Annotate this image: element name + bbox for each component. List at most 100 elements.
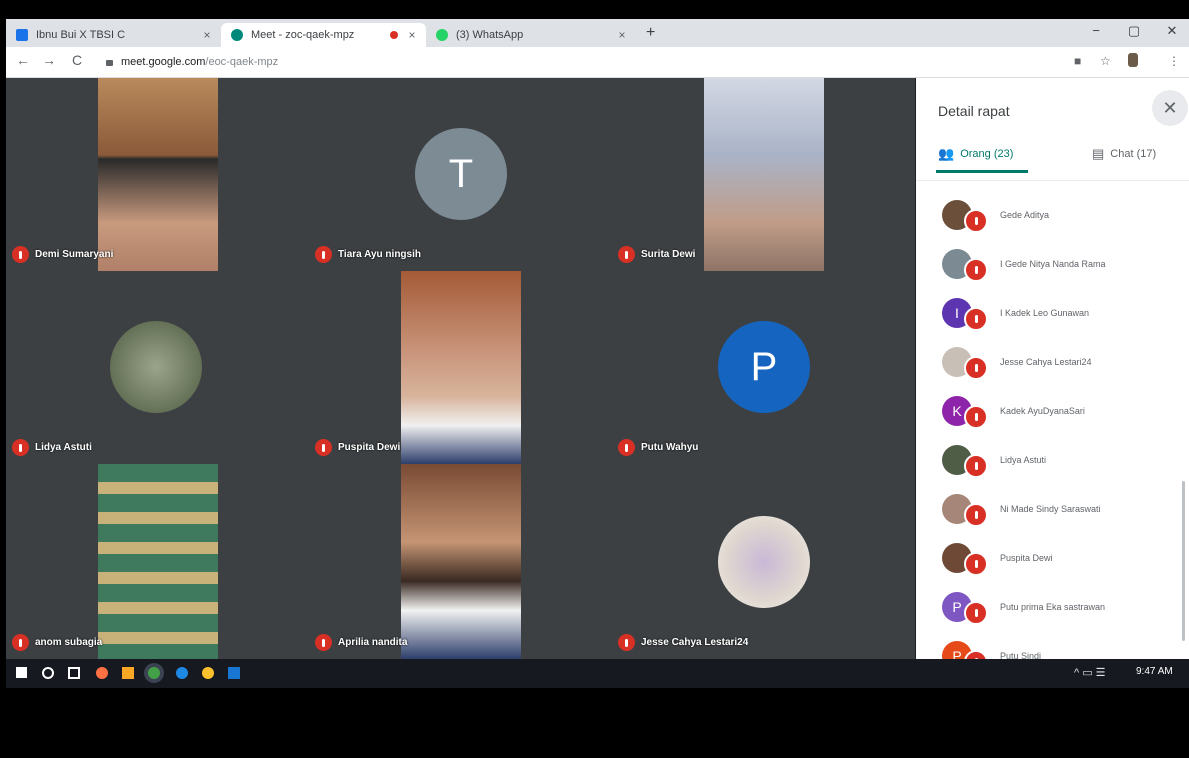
participant-name: Lidya Astuti xyxy=(35,442,92,453)
list-item[interactable]: Ni Made Sindy Saraswati xyxy=(942,489,1101,529)
mic-off-icon xyxy=(315,634,332,651)
participant-list: Gede Aditya I Gede Nitya Nanda Rama I I … xyxy=(916,180,1189,660)
maximize-button[interactable]: ▢ xyxy=(1124,23,1144,39)
minimize-button[interactable]: − xyxy=(1086,23,1106,38)
system-tray[interactable]: ^ ▭ ☰ xyxy=(1074,666,1106,679)
participant-tile[interactable]: Demi Sumaryani xyxy=(6,78,309,271)
participant-name: anom subagia xyxy=(35,637,103,648)
meet-video-grid: Demi Sumaryani T Tiara Ayu ningsih Surit… xyxy=(6,78,916,659)
participant-name-tag: Surita Dewi xyxy=(618,246,695,263)
participant-name-tag: Lidya Astuti xyxy=(12,439,92,456)
participant-name-tag: Aprilia nandita xyxy=(315,634,407,651)
list-item[interactable]: I I Kadek Leo Gunawan xyxy=(942,293,1089,333)
close-icon[interactable]: × xyxy=(199,28,215,42)
participant-tile[interactable]: Puspita Dewi xyxy=(309,271,612,464)
mic-off-icon xyxy=(964,503,988,527)
new-tab-button[interactable]: + xyxy=(646,24,655,42)
close-icon[interactable]: × xyxy=(404,28,420,42)
list-item[interactable]: K Kadek AyuDyanaSari xyxy=(942,391,1085,431)
participant-tile[interactable]: Surita Dewi xyxy=(612,78,915,271)
participant-name: Gede Aditya xyxy=(1000,210,1050,220)
participant-tile[interactable]: Lidya Astuti xyxy=(6,271,309,464)
mic-off-icon xyxy=(964,356,988,380)
mic-off-icon xyxy=(964,307,988,331)
forward-button[interactable]: → xyxy=(40,52,58,68)
tab-title: (3) WhatsApp xyxy=(456,29,524,41)
tab-meet[interactable]: Meet - zoc-qaek-mpz × xyxy=(221,23,426,47)
video-feed xyxy=(401,464,521,659)
video-feed xyxy=(704,78,824,271)
panel-title: Detail rapat xyxy=(938,103,1010,119)
firefox-icon[interactable] xyxy=(96,667,108,679)
file-explorer-icon[interactable] xyxy=(122,667,134,679)
tab-group-chat[interactable]: Ibnu Bui X TBSI C × xyxy=(6,23,221,47)
list-item[interactable]: P Putu Sindi xyxy=(942,636,1041,660)
back-button[interactable]: ← xyxy=(14,52,32,68)
tab-people-label: Orang (23) xyxy=(960,148,1014,160)
list-item[interactable]: Puspita Dewi xyxy=(942,538,1053,578)
mic-off-icon xyxy=(964,209,988,233)
people-icon: 👥 xyxy=(938,146,955,161)
meeting-details-panel: Detail rapat ✕ 👥 Orang (23) ▤ Chat (17) … xyxy=(916,78,1189,660)
participant-name: I Kadek Leo Gunawan xyxy=(1000,308,1090,318)
address-bar[interactable]: meet.google.com /eoc-qaek-mpz xyxy=(106,51,1056,73)
list-item[interactable]: I Gede Nitya Nanda Rama xyxy=(942,244,1106,284)
avatar xyxy=(718,516,810,608)
reload-button[interactable]: C xyxy=(68,52,86,68)
mic-off-icon xyxy=(964,552,988,576)
participant-tile[interactable]: Jesse Cahya Lestari24 xyxy=(612,464,915,659)
video-feed xyxy=(401,271,521,464)
participant-name: I Gede Nitya Nanda Rama xyxy=(1000,259,1106,269)
camera-indicator-icon[interactable]: ■ xyxy=(1074,54,1081,68)
participant-name-tag: Demi Sumaryani xyxy=(12,246,113,263)
scrollbar[interactable] xyxy=(1182,481,1185,641)
start-icon[interactable] xyxy=(16,667,27,678)
recording-icon xyxy=(390,31,398,39)
participant-name-tag: anom subagia xyxy=(12,634,102,651)
participant-name: Puspita Dewi xyxy=(1000,553,1053,563)
mic-off-icon xyxy=(618,246,635,263)
tab-title: Meet - zoc-qaek-mpz xyxy=(251,29,355,41)
mic-off-icon xyxy=(964,454,988,478)
menu-icon[interactable]: ⋮ xyxy=(1168,54,1180,68)
app-icon[interactable] xyxy=(202,667,214,679)
clock[interactable]: 9:47 AM xyxy=(1136,666,1173,677)
chat-icon: ▤ xyxy=(1092,146,1105,161)
participant-name: Surita Dewi xyxy=(641,249,696,260)
participant-name-tag: Tiara Ayu ningsih xyxy=(315,246,421,263)
participant-name: Kadek AyuDyanaSari xyxy=(1000,406,1085,416)
participant-name-tag: Jesse Cahya Lestari24 xyxy=(618,634,748,651)
participant-tile[interactable]: anom subagia xyxy=(6,464,309,659)
video-feed xyxy=(98,78,218,271)
list-item[interactable]: Jesse Cahya Lestari24 xyxy=(942,342,1092,382)
active-tab-indicator xyxy=(936,170,1028,173)
tab-chat-label: Chat (17) xyxy=(1110,148,1157,160)
close-icon[interactable]: × xyxy=(614,28,630,42)
participant-name: Aprilia nandita xyxy=(338,637,408,648)
profile-avatar[interactable] xyxy=(1128,53,1138,67)
chrome-icon[interactable] xyxy=(148,667,160,679)
list-item[interactable]: Gede Aditya xyxy=(942,195,1049,235)
participant-name: Tiara Ayu ningsih xyxy=(338,249,421,260)
store-icon[interactable] xyxy=(228,667,240,679)
tab-whatsapp[interactable]: (3) WhatsApp × xyxy=(426,23,636,47)
edge-icon[interactable] xyxy=(176,667,188,679)
mic-off-icon xyxy=(315,439,332,456)
tab-chat[interactable]: ▤ Chat (17) xyxy=(1092,146,1156,162)
windows-taskbar: ^ ▭ ☰ 9:47 AM xyxy=(6,659,1189,688)
bookmark-star-icon[interactable]: ☆ xyxy=(1100,54,1111,68)
tab-people[interactable]: 👥 Orang (23) xyxy=(938,146,1013,162)
list-item[interactable]: Lidya Astuti xyxy=(942,440,1046,480)
participant-name: Demi Sumaryani xyxy=(35,249,114,260)
search-icon[interactable] xyxy=(42,667,54,679)
panel-close-button[interactable]: ✕ xyxy=(1152,90,1188,126)
avatar xyxy=(110,321,202,413)
participant-tile[interactable]: T Tiara Ayu ningsih xyxy=(309,78,612,271)
tab-favicon xyxy=(231,29,243,41)
participant-tile[interactable]: Aprilia nandita xyxy=(309,464,612,659)
window-close-button[interactable]: ✕ xyxy=(1162,23,1182,39)
list-item[interactable]: P Putu prima Eka sastrawan xyxy=(942,587,1105,627)
participant-name-tag: Puspita Dewi xyxy=(315,439,400,456)
task-view-icon[interactable] xyxy=(68,667,80,679)
participant-tile[interactable]: P Putu Wahyu xyxy=(612,271,915,464)
